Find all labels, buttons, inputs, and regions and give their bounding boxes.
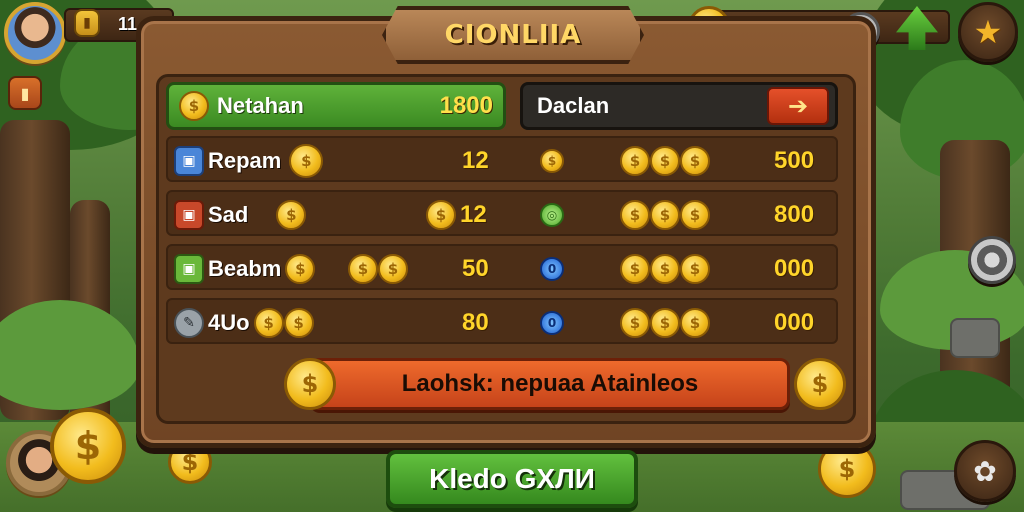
coin-icon: $: [285, 254, 316, 284]
claim-button-label: Kledo GXЛИ: [429, 463, 595, 494]
table-row[interactable]: ▣ Repam $ 12 $ $ $ $ 500: [166, 136, 838, 182]
table-row[interactable]: ✎ 4Uo $ $ 80 0 $ $ $ 000: [166, 298, 838, 344]
star-icon: ★: [973, 13, 1003, 51]
coin-icon: $: [540, 149, 564, 173]
coin-icon: $: [253, 308, 284, 338]
coin-icon: $: [650, 200, 680, 230]
coin-icon: $: [620, 146, 650, 176]
flower-button[interactable]: ✿: [954, 440, 1016, 502]
blue-crate-icon: ▣: [174, 146, 204, 176]
table-row[interactable]: ▣ Beabm $ $ $ 50 0 $ $ $ 000: [166, 244, 838, 290]
coin-icon: $: [620, 200, 650, 230]
coin-icon: $: [348, 254, 378, 284]
row-col1: 12: [460, 201, 487, 228]
target-button[interactable]: [968, 236, 1016, 284]
table-row[interactable]: ▣ Sad $ $ 12 ◎ $ $ $ 800: [166, 190, 838, 236]
arrow-right-icon: ➔: [787, 92, 809, 120]
row-name: Sad: [208, 202, 249, 227]
coin-icon: $: [284, 358, 336, 410]
big-coin-icon: $: [50, 408, 126, 484]
floating-coin-icon: $: [818, 440, 876, 498]
player-avatar[interactable]: [4, 2, 66, 64]
row-name: Repam: [208, 148, 282, 173]
coin-icon: $: [620, 308, 650, 338]
red-crate-icon: ▣: [174, 200, 204, 230]
coin-icon: $: [680, 200, 710, 230]
coin-icon: $: [680, 254, 710, 284]
coin-icon: $: [650, 146, 680, 176]
row-col1: 80: [462, 309, 489, 336]
coin-icon: $: [650, 308, 680, 338]
green-crate-icon: ▣: [174, 254, 204, 284]
reward-banner[interactable]: Laohsk: nepuaa Atainleos: [310, 358, 790, 410]
coin-icon: $: [794, 358, 846, 410]
balance-value: 1800: [439, 92, 493, 119]
menu-button[interactable]: ▮: [8, 76, 42, 110]
coin-icon: $: [426, 200, 456, 230]
panel-title: CIONLIIA: [444, 20, 582, 50]
blue-gem-icon: 0: [540, 257, 564, 281]
flower-icon: ✿: [973, 454, 997, 488]
row-col4: 800: [774, 201, 815, 228]
coin-icon: $: [179, 91, 209, 121]
row-col4: 000: [774, 309, 815, 336]
row-name: Beabm: [208, 256, 282, 281]
balance-bar[interactable]: $ Netahan 1800: [166, 82, 506, 130]
row-col4: 500: [774, 147, 815, 174]
banner-text: Laohsk: nepuaa Atainleos: [401, 370, 699, 397]
feather-icon: ✎: [174, 308, 204, 338]
coin-icon: $: [650, 254, 680, 284]
coin-icon: $: [680, 308, 710, 338]
row-col4: 000: [774, 255, 815, 282]
coin-icon: $: [283, 308, 314, 338]
coin-icon: $: [620, 254, 650, 284]
row-col1: 12: [462, 147, 489, 174]
claim-button[interactable]: Kledo GXЛИ: [386, 450, 638, 508]
balance-label: Netahan: [217, 93, 304, 118]
coin-icon: $: [378, 254, 408, 284]
category-label: Daclan: [537, 93, 610, 118]
coin-icon: $: [289, 144, 324, 178]
coin-icon: $: [680, 146, 710, 176]
blue-gem-icon: 0: [540, 311, 564, 335]
panel-title-plaque: CIONLIIA: [382, 6, 644, 64]
next-button[interactable]: ➔: [767, 87, 829, 125]
green-gem-icon: ◎: [540, 203, 564, 227]
row-name: 4Uo: [208, 310, 250, 335]
category-bar[interactable]: Daclan ➔: [520, 82, 838, 130]
star-button[interactable]: ★: [958, 2, 1018, 62]
level-text: 11: [118, 14, 138, 34]
row-col1: 50: [462, 255, 489, 282]
level-badge-icon: ▮: [74, 9, 100, 37]
coin-icon: $: [276, 200, 307, 230]
